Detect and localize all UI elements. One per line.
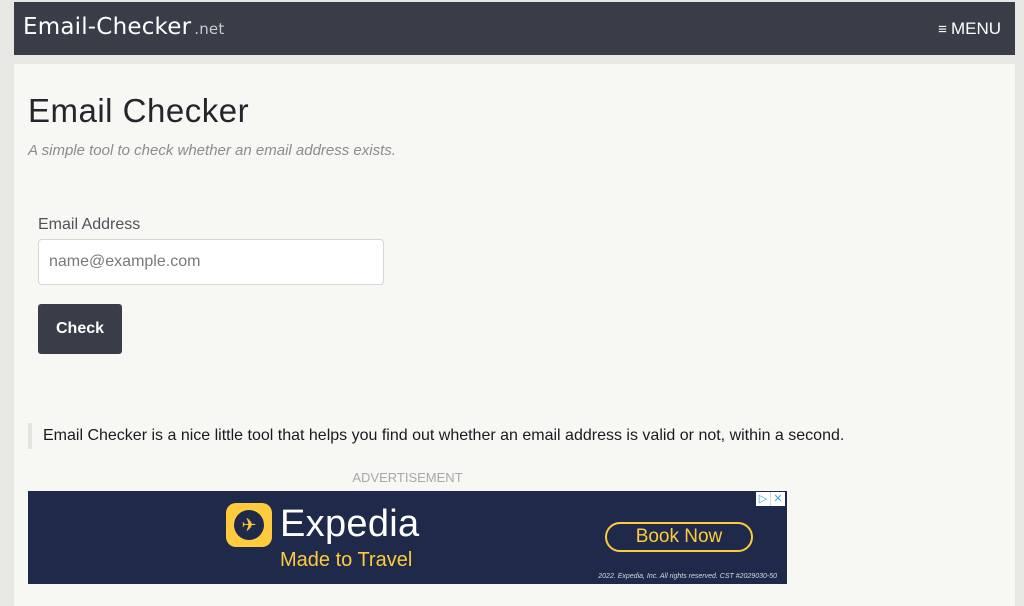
ad-tagline: Made to Travel bbox=[280, 549, 413, 571]
page-title: Email Checker bbox=[28, 92, 250, 129]
page-subtitle: A simple tool to check whether an email … bbox=[28, 142, 396, 159]
site-logo[interactable]: Email-Checker .net bbox=[23, 14, 224, 40]
site-logo-tld: .net bbox=[194, 20, 225, 38]
main-content: Email Checker A simple tool to check whe… bbox=[14, 64, 1015, 606]
email-input[interactable] bbox=[38, 239, 384, 285]
site-logo-text: Email-Checker bbox=[23, 14, 192, 40]
ad-banner[interactable]: ✈ Expedia Made to Travel Book Now 2022. … bbox=[28, 491, 787, 584]
advertisement-label: ADVERTISEMENT bbox=[352, 470, 463, 485]
ad-brand: Expedia bbox=[280, 503, 420, 545]
menu-button[interactable]: ≡ MENU bbox=[938, 19, 1001, 39]
ad-choices: ▷ ✕ bbox=[756, 492, 785, 506]
email-label: Email Address bbox=[38, 216, 141, 233]
adchoices-icon[interactable]: ▷ bbox=[756, 492, 770, 506]
ad-close-icon[interactable]: ✕ bbox=[770, 492, 785, 506]
hamburger-icon: ≡ bbox=[938, 21, 947, 38]
top-navbar: Email-Checker .net ≡ MENU bbox=[14, 2, 1015, 55]
check-button[interactable]: Check bbox=[38, 304, 122, 354]
description-blockquote: Email Checker is a nice little tool that… bbox=[28, 423, 844, 449]
airplane-icon: ✈ bbox=[234, 510, 264, 540]
ad-legal-text: 2022. Expedia, Inc. All rights reserved.… bbox=[598, 573, 777, 580]
ad-book-now-button[interactable]: Book Now bbox=[605, 522, 753, 552]
menu-label: MENU bbox=[950, 19, 1001, 38]
expedia-logo-icon: ✈ bbox=[226, 503, 272, 547]
